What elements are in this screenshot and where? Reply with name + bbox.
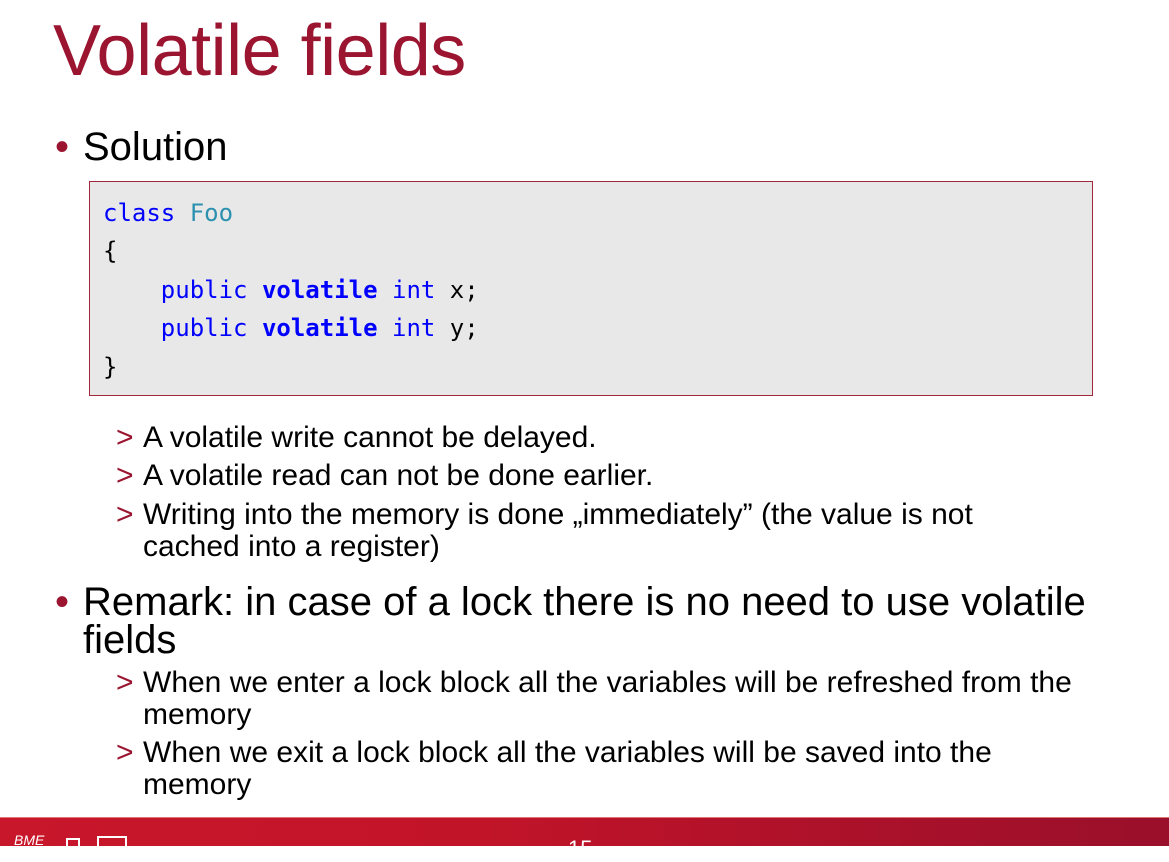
sub-point: > When we enter a lock block all the var… bbox=[116, 667, 1076, 731]
code-token: } bbox=[103, 353, 118, 381]
bullet-text: Remark: in case of a lock there is no ne… bbox=[83, 580, 1086, 662]
chevron-right-icon: > bbox=[116, 736, 134, 769]
sub-point-text: When we exit a lock block all the variab… bbox=[143, 736, 992, 801]
chevron-right-icon: > bbox=[116, 498, 134, 531]
sub-point-text: A volatile read can not be done earlier. bbox=[143, 459, 654, 492]
code-token: public bbox=[160, 314, 248, 342]
code-token: int bbox=[392, 314, 436, 342]
footer-bar: BME 15 bbox=[0, 817, 1169, 861]
chevron-right-icon: > bbox=[116, 666, 134, 699]
code-line: { bbox=[103, 237, 117, 265]
bullet-text: Solution bbox=[83, 125, 228, 169]
code-token: int bbox=[392, 276, 436, 304]
bullet-icon: • bbox=[55, 125, 70, 169]
code-token: y; bbox=[435, 314, 479, 342]
bullet-icon: • bbox=[55, 580, 70, 624]
code-token: public bbox=[160, 276, 248, 304]
code-token: volatile bbox=[261, 314, 378, 342]
code-token: volatile bbox=[261, 276, 378, 304]
code-token: { bbox=[103, 237, 118, 265]
sub-point: > A volatile read can not be done earlie… bbox=[116, 460, 1116, 492]
sub-point-text: When we enter a lock block all the varia… bbox=[143, 666, 1072, 731]
chevron-right-icon: > bbox=[116, 459, 134, 492]
sub-point-text: Writing into the memory is done „immedia… bbox=[143, 498, 973, 563]
page-number: 15 bbox=[568, 836, 593, 861]
code-line: public volatile int y; bbox=[103, 314, 479, 342]
code-line: public volatile int x; bbox=[103, 276, 479, 304]
sub-point: > A volatile write cannot be delayed. bbox=[116, 422, 1116, 454]
sub-point: > Writing into the memory is done „immed… bbox=[116, 499, 1076, 563]
chevron-right-icon: > bbox=[116, 421, 134, 454]
code-line: class Foo bbox=[103, 199, 233, 227]
bullet-solution: • Solution bbox=[55, 125, 228, 169]
sub-point: > When we exit a lock block all the vari… bbox=[116, 737, 1106, 801]
sub-point-text: A volatile write cannot be delayed. bbox=[143, 421, 597, 454]
logo-shape-icon bbox=[66, 838, 80, 856]
code-line: } bbox=[103, 353, 117, 381]
bme-logo: BME bbox=[14, 832, 45, 848]
logo-shape-icon bbox=[97, 836, 127, 856]
code-token: class bbox=[103, 199, 176, 227]
slide-title: Volatile fields bbox=[53, 11, 466, 91]
code-block: class Foo { public volatile int x; publi… bbox=[89, 181, 1093, 396]
bullet-remark: • Remark: in case of a lock there is no … bbox=[55, 580, 1115, 662]
code-token: Foo bbox=[189, 199, 234, 227]
code-token: x; bbox=[435, 276, 479, 304]
